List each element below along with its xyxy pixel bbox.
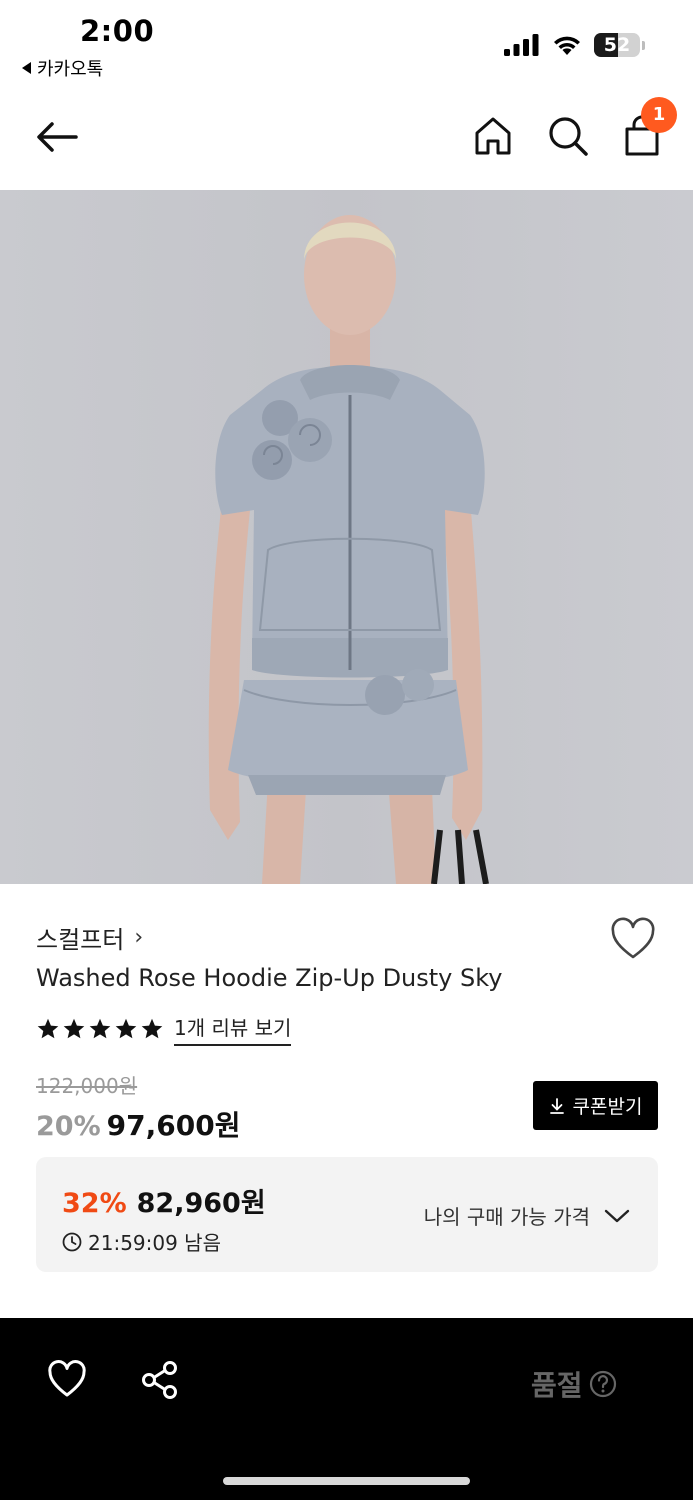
heart-icon[interactable]: [47, 1360, 87, 1400]
coupon-button[interactable]: 쿠폰받기: [533, 1081, 658, 1130]
status-time: 2:00: [80, 14, 155, 48]
status-bar: 2:00 카카오톡 52: [0, 0, 693, 90]
discount-rate: 20%: [36, 1111, 101, 1142]
review-link[interactable]: 1개 리뷰 보기: [174, 1012, 292, 1046]
product-image[interactable]: [0, 190, 693, 884]
battery-level: 52: [603, 34, 631, 56]
product-title: Washed Rose Hoodie Zip-Up Dusty Sky: [36, 964, 503, 992]
bottom-action-bar: 품절: [0, 1318, 693, 1500]
brand-name: 스컬프터: [36, 926, 125, 954]
cart-count-badge: 1: [641, 97, 677, 133]
search-icon[interactable]: [545, 113, 591, 159]
back-to-app-link[interactable]: 카카오톡: [22, 55, 103, 81]
star-icon: [63, 1018, 85, 1039]
coupon-label: 쿠폰받기: [572, 1096, 643, 1118]
rating-stars: [36, 1017, 164, 1041]
timer-row: 21:59:09 남음: [62, 1227, 221, 1256]
star-icon: [141, 1018, 163, 1039]
help-icon[interactable]: [589, 1370, 617, 1398]
wishlist-heart-icon[interactable]: [609, 917, 657, 963]
sale-price-row: 20% 97,600원: [36, 1104, 240, 1144]
rating-row: 1개 리뷰 보기: [36, 1012, 292, 1046]
timer-text: 21:59:09 남음: [88, 1231, 221, 1255]
product-photo: [0, 190, 693, 884]
sold-out-status: 품절: [531, 1364, 617, 1404]
wifi-icon: [554, 36, 580, 55]
battery-tip: [642, 40, 645, 50]
my-best-price-box[interactable]: 32% 82,960원 21:59:09 남음 나의 구매 가능 가격: [36, 1157, 658, 1272]
my-price-toggle[interactable]: 나의 구매 가능 가격: [424, 1201, 630, 1230]
status-icons: 52: [504, 33, 645, 57]
best-price: 82,960원: [136, 1188, 266, 1219]
download-icon: [549, 1097, 564, 1114]
sold-out-label: 품절: [531, 1369, 583, 1402]
chevron-right-icon: ›: [134, 925, 144, 950]
chevron-down-icon: [604, 1209, 630, 1222]
battery-icon: 52: [594, 33, 640, 57]
back-arrow-icon[interactable]: [30, 113, 82, 161]
back-triangle-icon: [22, 62, 31, 74]
top-nav: [0, 95, 693, 185]
home-indicator[interactable]: [223, 1477, 470, 1485]
original-price: 122,000원: [36, 1074, 138, 1098]
clock-icon: [62, 1232, 82, 1251]
back-app-label: 카카오톡: [37, 59, 104, 80]
best-price-row: 32% 82,960원: [62, 1181, 266, 1220]
my-price-label: 나의 구매 가능 가격: [423, 1205, 590, 1229]
signal-icon: [504, 34, 539, 56]
star-icon: [89, 1018, 111, 1039]
home-icon[interactable]: [470, 113, 516, 159]
best-discount-rate: 32%: [62, 1188, 127, 1219]
star-icon: [37, 1018, 59, 1039]
sale-price: 97,600원: [106, 1109, 241, 1142]
star-icon: [115, 1018, 137, 1039]
share-icon[interactable]: [140, 1360, 180, 1400]
brand-link[interactable]: 스컬프터 ›: [36, 920, 143, 955]
